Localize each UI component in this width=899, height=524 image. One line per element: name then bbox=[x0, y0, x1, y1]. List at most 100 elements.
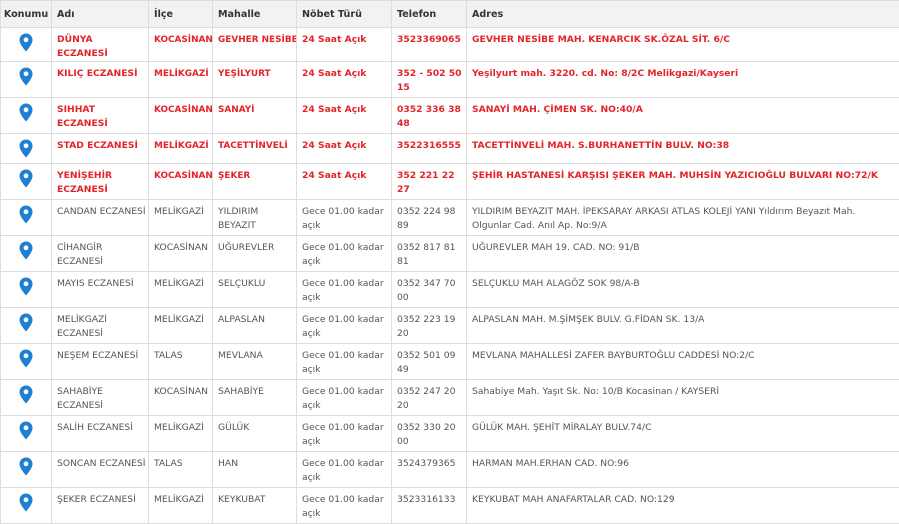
district: KOCASİNAN bbox=[149, 28, 213, 62]
duty-type: Gece 01.00 kadar açık bbox=[297, 488, 392, 524]
pharmacy-name: KILIÇ ECZANESİ bbox=[52, 62, 149, 98]
location-cell bbox=[1, 98, 52, 134]
district: MELİKGAZİ bbox=[149, 200, 213, 236]
map-pin-icon[interactable] bbox=[19, 349, 33, 368]
neighborhood: YILDIRIM BEYAZIT bbox=[213, 200, 297, 236]
district: MELİKGAZİ bbox=[149, 488, 213, 524]
address: GEVHER NESİBE MAH. KENARCIK SK.ÖZAL SİT.… bbox=[467, 28, 899, 62]
table-row: MAYIS ECZANESİMELİKGAZİSELÇUKLUGece 01.0… bbox=[1, 272, 899, 308]
map-pin-icon[interactable] bbox=[19, 385, 33, 404]
district: TALAS bbox=[149, 452, 213, 488]
phone[interactable]: 3524379365 bbox=[392, 452, 467, 488]
header-konumu[interactable]: Konumu bbox=[1, 1, 52, 28]
pharmacy-name: SIHHAT ECZANESİ bbox=[52, 98, 149, 134]
address: SANAYİ MAH. ÇİMEN SK. NO:40/A bbox=[467, 98, 899, 134]
pharmacy-name: DÜNYA ECZANESİ bbox=[52, 28, 149, 62]
neighborhood: KEYKUBAT bbox=[213, 488, 297, 524]
map-pin-icon[interactable] bbox=[19, 241, 33, 260]
map-pin-icon[interactable] bbox=[19, 205, 33, 224]
header-nobet-turu[interactable]: Nöbet Türü bbox=[297, 1, 392, 28]
duty-type: Gece 01.00 kadar açık bbox=[297, 344, 392, 380]
duty-type: Gece 01.00 kadar açık bbox=[297, 308, 392, 344]
phone[interactable]: 0352 347 70 00 bbox=[392, 272, 467, 308]
table-row: SAHABİYE ECZANESİKOCASİNANSAHABİYEGece 0… bbox=[1, 380, 899, 416]
address: SELÇUKLU MAH ALAGÖZ SOK 98/A-B bbox=[467, 272, 899, 308]
map-pin-icon[interactable] bbox=[19, 277, 33, 296]
address: HARMAN MAH.ERHAN CAD. NO:96 bbox=[467, 452, 899, 488]
neighborhood: ALPASLAN bbox=[213, 308, 297, 344]
map-pin-icon[interactable] bbox=[19, 139, 33, 158]
address: YILDIRIM BEYAZIT MAH. İPEKSARAY ARKASI A… bbox=[467, 200, 899, 236]
header-telefon[interactable]: Telefon bbox=[392, 1, 467, 28]
map-pin-icon[interactable] bbox=[19, 493, 33, 512]
pharmacy-name: STAD ECZANESİ bbox=[52, 134, 149, 164]
address: TACETTİNVELİ MAH. S.BURHANETTİN BULV. NO… bbox=[467, 134, 899, 164]
district: TALAS bbox=[149, 344, 213, 380]
header-ilce[interactable]: İlçe bbox=[149, 1, 213, 28]
address: ALPASLAN MAH. M.ŞİMŞEK BULV. G.FİDAN SK.… bbox=[467, 308, 899, 344]
location-cell bbox=[1, 452, 52, 488]
district: KOCASİNAN bbox=[149, 98, 213, 134]
table-row: NEŞEM ECZANESİTALASMEVLANAGece 01.00 kad… bbox=[1, 344, 899, 380]
table-row: MELİKGAZİ ECZANESİMELİKGAZİALPASLANGece … bbox=[1, 308, 899, 344]
neighborhood: GEVHER NESİBE bbox=[213, 28, 297, 62]
duty-type: 24 Saat Açık bbox=[297, 28, 392, 62]
map-pin-icon[interactable] bbox=[19, 421, 33, 440]
district: MELİKGAZİ bbox=[149, 416, 213, 452]
neighborhood: ŞEKER bbox=[213, 164, 297, 200]
table-row: STAD ECZANESİMELİKGAZİTACETTİNVELİ24 Saa… bbox=[1, 134, 899, 164]
map-pin-icon[interactable] bbox=[19, 67, 33, 86]
phone[interactable]: 0352 330 20 00 bbox=[392, 416, 467, 452]
pharmacy-name: ŞEKER ECZANESİ bbox=[52, 488, 149, 524]
header-mahalle[interactable]: Mahalle bbox=[213, 1, 297, 28]
pharmacy-table: Konumu Adı İlçe Mahalle Nöbet Türü Telef… bbox=[0, 0, 899, 524]
location-cell bbox=[1, 380, 52, 416]
phone[interactable]: 0352 501 09 49 bbox=[392, 344, 467, 380]
header-adi[interactable]: Adı bbox=[52, 1, 149, 28]
table-body: DÜNYA ECZANESİKOCASİNANGEVHER NESİBE24 S… bbox=[1, 28, 899, 524]
map-pin-icon[interactable] bbox=[19, 33, 33, 52]
table-row: ŞEKER ECZANESİMELİKGAZİKEYKUBATGece 01.0… bbox=[1, 488, 899, 524]
pharmacy-name: SAHABİYE ECZANESİ bbox=[52, 380, 149, 416]
address: UĞUREVLER MAH 19. CAD. NO: 91/B bbox=[467, 236, 899, 272]
neighborhood: UĞUREVLER bbox=[213, 236, 297, 272]
phone[interactable]: 3523369065 bbox=[392, 28, 467, 62]
location-cell bbox=[1, 488, 52, 524]
duty-type: Gece 01.00 kadar açık bbox=[297, 452, 392, 488]
phone[interactable]: 352 - 502 50 15 bbox=[392, 62, 467, 98]
phone[interactable]: 0352 224 98 89 bbox=[392, 200, 467, 236]
location-cell bbox=[1, 62, 52, 98]
neighborhood: GÜLÜK bbox=[213, 416, 297, 452]
location-cell bbox=[1, 344, 52, 380]
map-pin-icon[interactable] bbox=[19, 313, 33, 332]
map-pin-icon[interactable] bbox=[19, 169, 33, 188]
phone[interactable]: 352 221 22 27 bbox=[392, 164, 467, 200]
pharmacy-name: CİHANGİR ECZANESİ bbox=[52, 236, 149, 272]
phone[interactable]: 0352 223 19 20 bbox=[392, 308, 467, 344]
location-cell bbox=[1, 236, 52, 272]
header-adres[interactable]: Adres bbox=[467, 1, 899, 28]
duty-type: 24 Saat Açık bbox=[297, 62, 392, 98]
pharmacy-name: MELİKGAZİ ECZANESİ bbox=[52, 308, 149, 344]
neighborhood: TACETTİNVELİ bbox=[213, 134, 297, 164]
district: MELİKGAZİ bbox=[149, 62, 213, 98]
phone[interactable]: 3523316133 bbox=[392, 488, 467, 524]
phone[interactable]: 3522316555 bbox=[392, 134, 467, 164]
phone[interactable]: 0352 336 38 48 bbox=[392, 98, 467, 134]
map-pin-icon[interactable] bbox=[19, 457, 33, 476]
duty-type: Gece 01.00 kadar açık bbox=[297, 416, 392, 452]
district: MELİKGAZİ bbox=[149, 134, 213, 164]
phone[interactable]: 0352 247 20 20 bbox=[392, 380, 467, 416]
phone[interactable]: 0352 817 81 81 bbox=[392, 236, 467, 272]
neighborhood: HAN bbox=[213, 452, 297, 488]
location-cell bbox=[1, 200, 52, 236]
neighborhood: YEŞİLYURT bbox=[213, 62, 297, 98]
table-row: DÜNYA ECZANESİKOCASİNANGEVHER NESİBE24 S… bbox=[1, 28, 899, 62]
pharmacy-name: SONCAN ECZANESİ bbox=[52, 452, 149, 488]
table-row: KILIÇ ECZANESİMELİKGAZİYEŞİLYURT24 Saat … bbox=[1, 62, 899, 98]
table-row: CANDAN ECZANESİMELİKGAZİYILDIRIM BEYAZIT… bbox=[1, 200, 899, 236]
district: MELİKGAZİ bbox=[149, 308, 213, 344]
address: Yeşilyurt mah. 3220. cd. No: 8/2C Melikg… bbox=[467, 62, 899, 98]
map-pin-icon[interactable] bbox=[19, 103, 33, 122]
neighborhood: SAHABİYE bbox=[213, 380, 297, 416]
